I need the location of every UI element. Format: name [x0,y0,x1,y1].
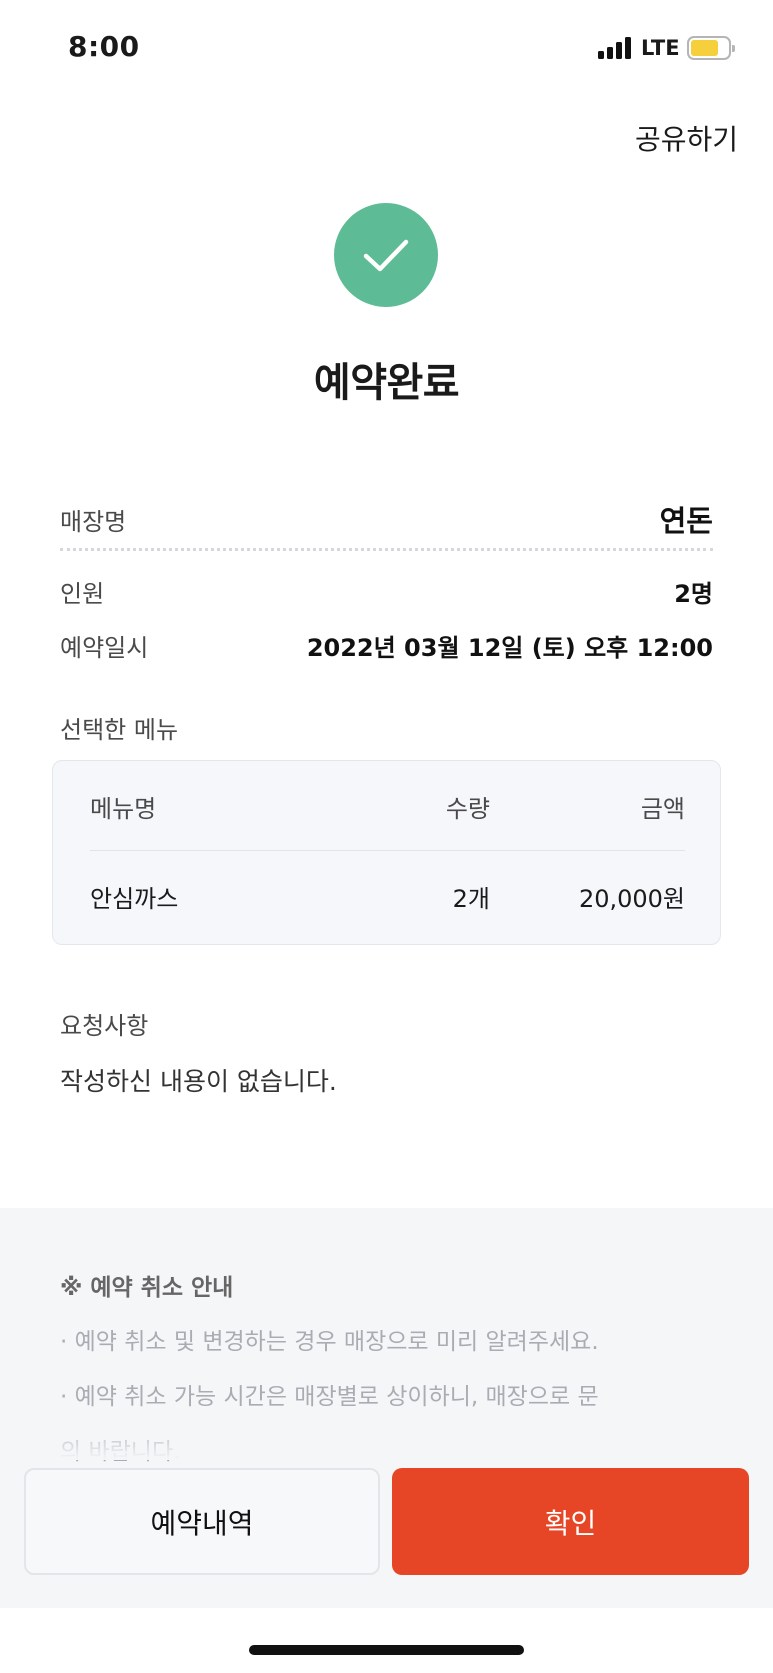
page-title: 예약완료 [313,360,460,406]
divider [60,548,713,551]
battery-icon [687,36,735,60]
notice-fade [0,1420,773,1460]
table-row: 안심까스 2개 20,000원 [90,879,685,919]
status-bar: 8:00 LTE [0,0,773,100]
menu-table-header: 메뉴명 수량 금액 [90,789,685,829]
people-row: 인원 2명 [60,574,713,609]
notice-line: · 예약 취소 가능 시간은 매장별로 상이하니, 매장으로 문 [60,1384,599,1410]
menu-section-title: 선택한 메뉴 [60,716,179,744]
menu-name-header: 메뉴명 [90,795,157,823]
confirm-button[interactable]: 확인 [392,1468,749,1575]
menu-qty-header: 수량 [445,795,490,823]
datetime-row: 예약일시 2022년 03월 12일 (토) 오후 12:00 [60,628,713,663]
status-time: 8:00 [68,30,140,63]
menu-price-header: 금액 [640,795,685,823]
network-type: LTE [641,36,680,60]
check-icon [334,203,438,307]
request-title: 요청사항 [60,1012,149,1040]
people-label: 인원 [60,580,105,608]
menu-item-price: 20,000원 [578,885,685,913]
share-button[interactable]: 공유하기 [635,118,738,158]
datetime-label: 예약일시 [60,634,149,662]
store-value: 연돈 [659,504,713,538]
datetime-value: 2022년 03월 12일 (토) 오후 12:00 [306,634,713,662]
menu-table: 메뉴명 수량 금액 안심까스 2개 20,000원 [52,760,721,945]
home-indicator[interactable] [249,1645,524,1655]
reservation-history-button[interactable]: 예약내역 [24,1468,380,1575]
store-label: 매장명 [60,507,127,536]
notice-line: · 예약 취소 및 변경하는 경우 매장으로 미리 알려주세요. [60,1329,599,1355]
request-content: 작성하신 내용이 없습니다. [60,1067,337,1096]
people-value: 2명 [674,580,713,608]
notice-title: ※ 예약 취소 안내 [60,1275,234,1301]
store-row: 매장명 연돈 [60,498,713,540]
menu-item-name: 안심까스 [90,885,179,913]
menu-divider [90,850,685,851]
cellular-signal-icon [598,37,634,59]
menu-item-qty: 2개 [452,885,490,913]
